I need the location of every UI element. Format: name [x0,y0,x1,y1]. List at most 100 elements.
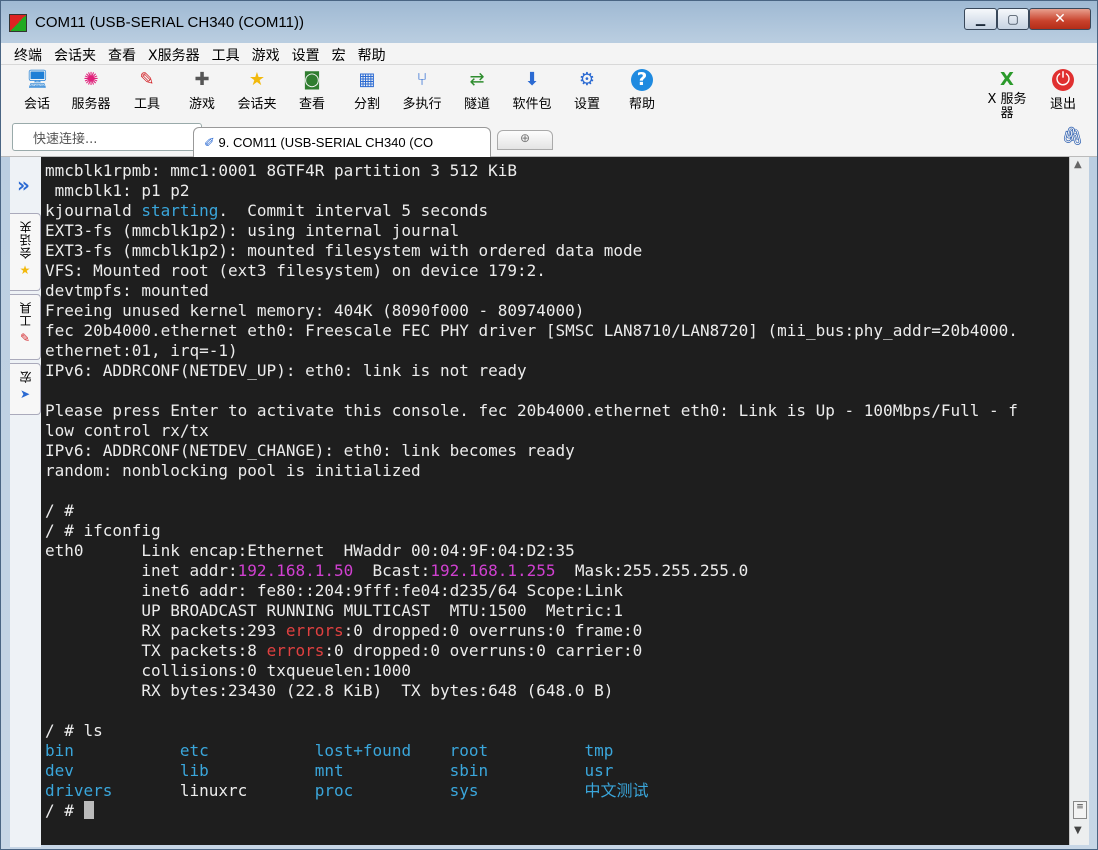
terminal-line: IPv6: ADDRCONF(NETDEV_CHANGE): eth0: lin… [45,441,1069,461]
toolbar-tools-button[interactable]: ✎ 工具 [117,69,177,112]
terminal-cursor [83,801,94,819]
terminal-text: errors [266,641,325,660]
terminal-text: lib [179,761,209,780]
sidebar-tab-sessions[interactable]: 会话夹 ★ [10,213,41,291]
terminal-text: IPv6: ADDRCONF(NETDEV_CHANGE): eth0: lin… [45,441,575,460]
xserver-icon: X [1000,69,1014,90]
toolbar-session-button[interactable]: 🖥 会话 [7,69,67,112]
terminal-text: dev [45,761,74,780]
sidebar-tab-label: 会话夹 [18,220,33,259]
terminal-line: eth0 Link encap:Ethernet HWaddr 00:04:9F… [45,541,1069,561]
terminal-text: sbin [449,761,489,780]
menu-settings[interactable]: 设置 [286,43,326,65]
terminal-text: Mask:255.255.255.0 [555,561,749,580]
paperclip-icon[interactable]: 🖇 [1061,126,1084,147]
toolbar-label: 隧道 [463,97,490,112]
terminal-line: Please press Enter to activate this cons… [45,401,1069,421]
terminal-text: RX packets:293 [45,621,286,640]
title-bar[interactable]: COM11 (USB-SERIAL CH340 (COM11)) ▁ ▢ ✕ [1,1,1097,43]
toolbar-label: 查看 [298,97,325,112]
terminal-text: VFS: Mounted root (ext3 filesystem) on d… [45,261,546,280]
toolbar-tunneling-button[interactable]: ⇄ 隧道 [447,69,507,112]
scroll-up-arrow[interactable]: ▲ [1074,159,1082,170]
terminal-text: drivers [45,781,113,800]
terminal-text: / # [45,801,84,820]
terminal-text: linuxrc [179,781,248,800]
toolbar-help-button[interactable]: ? 帮助 [612,69,672,112]
power-icon: ⏻ [1052,69,1074,91]
terminal-line: inet addr:192.168.1.50 Bcast:192.168.1.2… [45,561,1069,581]
toolbar-sessions-button[interactable]: ★ 会话夹 [227,69,287,112]
address-row: 快速连接... ✐ 9. COM11 (USB-SERIAL CH340 (CO… [1,121,1097,157]
terminal-line: VFS: Mounted root (ext3 filesystem) on d… [45,261,1069,281]
menu-macros[interactable]: 宏 [326,43,352,65]
toolbar-label: 设置 [573,97,600,112]
menu-view[interactable]: 查看 [102,43,142,65]
terminal-text: inet6 addr: fe80::204:9fff:fe04:d235/64 … [45,581,623,600]
left-sidebar: » 会话夹 ★ 工具 ✎ 宏 ➤ [10,157,41,847]
menu-games[interactable]: 游戏 [246,43,286,65]
terminal-line: TX packets:8 errors:0 dropped:0 overruns… [45,641,1069,661]
sidebar-tab-tools[interactable]: 工具 ✎ [10,294,41,360]
terminal-text: usr [584,761,614,780]
tab-com11[interactable]: ✐ 9. COM11 (USB-SERIAL CH340 (CO [193,127,491,157]
minimize-button[interactable]: ▁ [964,8,997,30]
window-title: COM11 (USB-SERIAL CH340 (COM11)) [35,14,304,31]
terminal-output[interactable]: mmcblk1rpmb: mmc1:0001 8GTF4R partition … [41,157,1069,845]
star-icon: ★ [19,263,31,277]
terminal-text: low control rx/tx [45,421,209,440]
terminal-line: UP BROADCAST RUNNING MULTICAST MTU:1500 … [45,601,1069,621]
sidebar-tab-label: 宏 [18,370,33,383]
serial-icon: ✐ [204,135,219,150]
terminal-line: RX bytes:23430 (22.8 KiB) TX bytes:648 (… [45,681,1069,701]
toolbar-exit-button[interactable]: ⏻ 退出 [1033,69,1093,112]
toolbar-servers-button[interactable]: ✺ 服务器 [61,69,121,112]
toolbar-games-button[interactable]: ✚ 游戏 [172,69,232,112]
terminal-text: proc [314,781,354,800]
toolbar: 🖥 会话 ✺ 服务器 ✎ 工具 ✚ 游戏 ★ 会话夹 ◙ 查看 ▦ 分割 ⑂ 多… [1,65,1097,121]
toolbar-multiexec-button[interactable]: ⑂ 多执行 [392,69,452,112]
terminal-text: 192.168.1.255 [430,561,556,580]
multiexec-icon: ⑂ [416,69,428,90]
terminal-line: devtmpfs: mounted [45,281,1069,301]
terminal-text: TX packets:8 [45,641,267,660]
sidebar-tab-macros[interactable]: 宏 ➤ [10,363,41,415]
toolbar-packages-button[interactable]: ⬇ 软件包 [502,69,562,112]
toolbar-settings-button[interactable]: ⚙ 设置 [557,69,617,112]
menu-sessions[interactable]: 会话夹 [48,43,102,65]
new-tab-button[interactable]: ⊕ [497,130,553,150]
scroll-thumb[interactable]: ≡ [1073,801,1087,819]
quick-connect-input[interactable]: 快速连接... [12,123,202,151]
close-button[interactable]: ✕ [1029,8,1091,30]
tools-icon: ✎ [19,331,31,345]
maximize-button[interactable]: ▢ [997,8,1029,30]
terminal-line: EXT3-fs (mmcblk1p2): mounted filesystem … [45,241,1069,261]
toolbar-label: 会话夹 [237,97,277,112]
terminal-text: Freeing unused kernel memory: 404K (8090… [45,301,585,320]
toolbar-xserver-button[interactable]: X X 服务器 [977,69,1037,121]
terminal-text: mnt [314,761,344,780]
expand-sidebar-icon[interactable]: » [17,173,30,197]
menu-xserver[interactable]: X服务器 [142,43,206,65]
menu-terminal[interactable]: 终端 [8,43,48,65]
toolbar-label: 退出 [1049,97,1076,112]
vertical-scrollbar[interactable]: ▲ ≡ ▼ [1069,157,1089,845]
terminal-text: starting [141,201,219,220]
menu-tools[interactable]: 工具 [206,43,246,65]
split-icon: ▦ [358,69,376,90]
macro-icon: ➤ [19,387,31,401]
scroll-down-arrow[interactable]: ▼ [1074,825,1082,836]
terminal-line: / # [45,501,1069,521]
terminal-line: mmcblk1rpmb: mmc1:0001 8GTF4R partition … [45,161,1069,181]
packages-icon: ⬇ [524,69,540,90]
menu-help[interactable]: 帮助 [352,43,392,65]
toolbar-split-button[interactable]: ▦ 分割 [337,69,397,112]
toolbar-view-button[interactable]: ◙ 查看 [282,69,342,112]
